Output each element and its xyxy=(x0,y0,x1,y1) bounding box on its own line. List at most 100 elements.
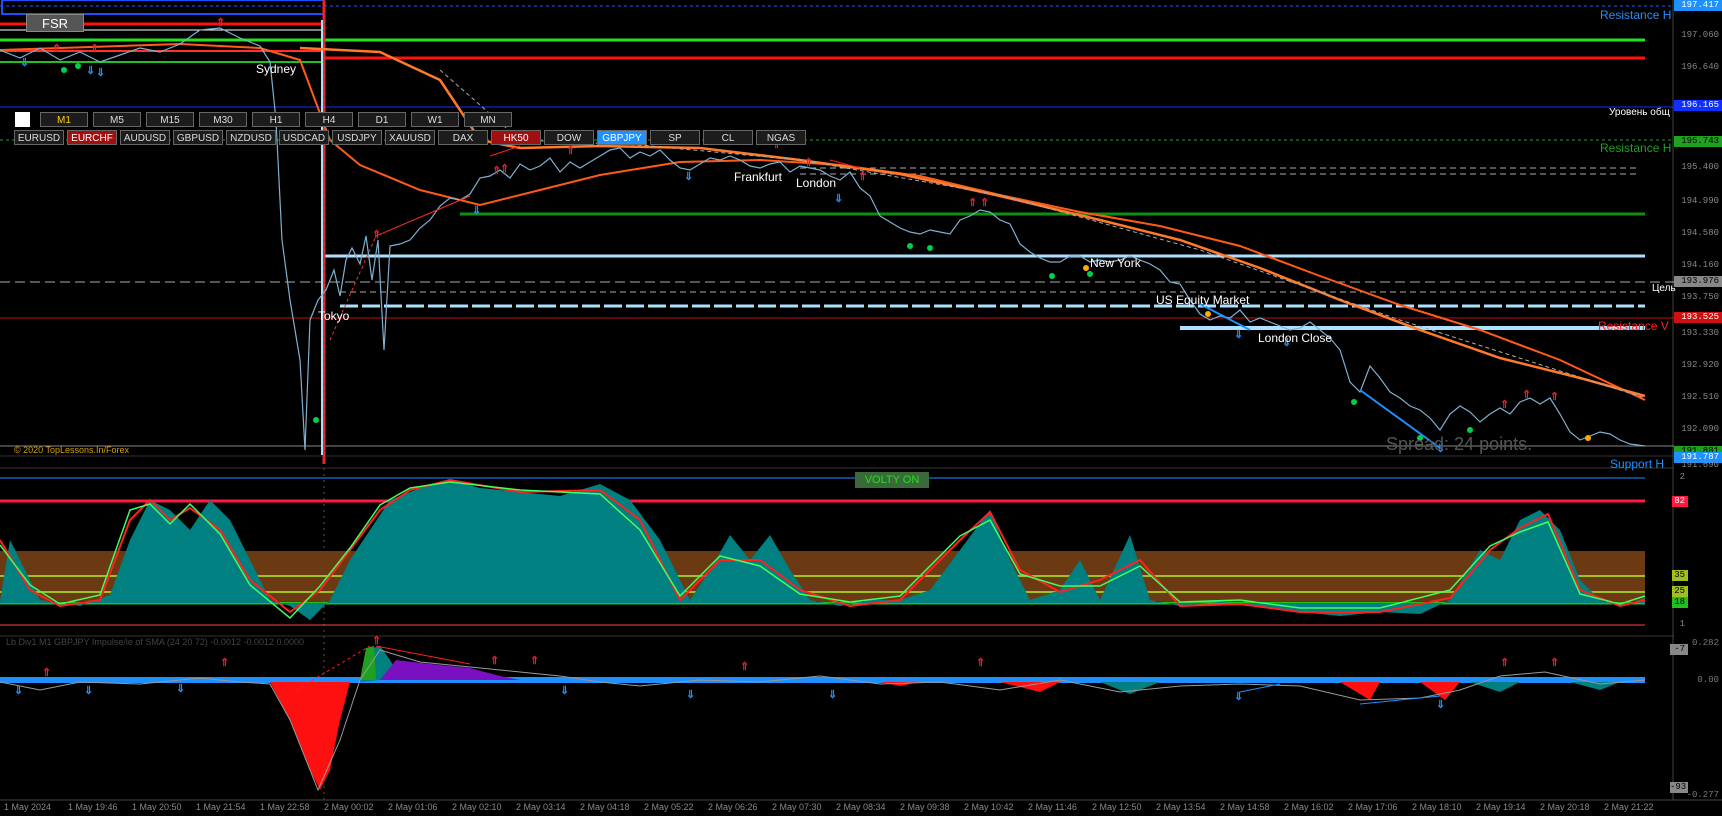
tf-button-w1[interactable]: W1 xyxy=(411,112,459,127)
time-tick: 2 May 17:06 xyxy=(1348,802,1398,812)
time-tick: 2 May 16:02 xyxy=(1284,802,1334,812)
svg-text:⇑: ⇑ xyxy=(90,43,99,55)
svg-text:⇑: ⇑ xyxy=(52,43,61,55)
symbol-button-gbpusd[interactable]: GBPUSD xyxy=(173,130,223,145)
session-label-london: London xyxy=(796,176,837,190)
price-tick: 194.160 xyxy=(1681,260,1719,270)
price-tick: 195.400 xyxy=(1681,162,1719,172)
svg-text:⇑: ⇑ xyxy=(1500,399,1509,411)
svg-text:⇓: ⇓ xyxy=(20,57,29,69)
svg-text:⇓: ⇓ xyxy=(1436,699,1445,711)
price-tick: 197.417 xyxy=(1674,0,1722,11)
svg-text:⇓: ⇓ xyxy=(828,689,837,701)
time-tick: 1 May 19:46 xyxy=(68,802,118,812)
svg-text:⇑: ⇑ xyxy=(858,171,867,183)
level-label: Уровень общ xyxy=(1609,107,1670,118)
symbol-button-eurchf[interactable]: EURCHF xyxy=(67,130,117,145)
tf-button-mn[interactable]: MN xyxy=(464,112,512,127)
tf-button-h4[interactable]: H4 xyxy=(305,112,353,127)
oscillator-tick: 1 xyxy=(1679,619,1685,629)
symbol-button-usdjpy[interactable]: USDJPY xyxy=(332,130,382,145)
svg-text:⇑: ⇑ xyxy=(804,157,813,169)
price-tick: 197.060 xyxy=(1681,30,1719,40)
time-tick: 2 May 18:10 xyxy=(1412,802,1462,812)
symbol-button-audusd[interactable]: AUDUSD xyxy=(120,130,170,145)
svg-text:⇓: ⇓ xyxy=(472,205,481,217)
time-tick: 2 May 03:14 xyxy=(516,802,566,812)
session-label-new-york: New York xyxy=(1090,256,1141,270)
indicator-caption: Lb Div1 M1 GBPJPY Impulse/ie of SMA (24 … xyxy=(6,637,305,647)
svg-text:⇑: ⇑ xyxy=(216,17,225,29)
symbol-button-hk50[interactable]: HK50 xyxy=(491,130,541,145)
symbol-button-sp[interactable]: SP xyxy=(650,130,700,145)
session-label-frankfurt: Frankfurt xyxy=(734,170,783,184)
symbol-button-dax[interactable]: DAX xyxy=(438,130,488,145)
time-tick: 2 May 11:46 xyxy=(1028,802,1077,812)
time-tick: 2 May 10:42 xyxy=(964,802,1014,812)
time-tick: 1 May 22:58 xyxy=(260,802,310,812)
svg-text:⇑: ⇑ xyxy=(1500,657,1509,669)
symbol-button-cl[interactable]: CL xyxy=(703,130,753,145)
symbol-button-gbpjpy[interactable]: GBPJPY xyxy=(597,130,647,145)
price-tick: 194.990 xyxy=(1681,196,1719,206)
oscillator-tick: 18 xyxy=(1672,597,1688,608)
svg-text:⇓: ⇓ xyxy=(834,193,843,205)
session-label-london-close: London Close xyxy=(1258,331,1333,345)
time-tick: 1 May 21:54 xyxy=(196,802,246,812)
symbol-button-nzdusd[interactable]: NZDUSD xyxy=(226,130,276,145)
svg-text:⇑: ⇑ xyxy=(372,635,381,647)
svg-text:⇑: ⇑ xyxy=(490,655,499,667)
session-label-tokyo: Tokyo xyxy=(318,309,350,323)
price-tick: 192.920 xyxy=(1681,360,1719,370)
tf-button-m30[interactable]: M30 xyxy=(199,112,247,127)
symbol-button-ngas[interactable]: NGAS xyxy=(756,130,806,145)
svg-text:⇓: ⇓ xyxy=(1234,329,1243,341)
spread-text: Spread: 24 points. xyxy=(1386,434,1533,454)
svg-text:⇓: ⇓ xyxy=(84,685,93,697)
price-tick: 193.750 xyxy=(1681,292,1719,302)
price-tick: 192.510 xyxy=(1681,392,1719,402)
svg-text:⇑: ⇑ xyxy=(372,229,381,241)
price-tick: 191.690 xyxy=(1681,460,1719,470)
oscillator-tick: 82 xyxy=(1672,496,1688,507)
svg-text:⇓: ⇓ xyxy=(686,689,695,701)
symbol-button-eurusd[interactable]: EURUSD xyxy=(14,130,64,145)
time-tick: 2 May 14:58 xyxy=(1220,802,1270,812)
tf-button-m15[interactable]: M15 xyxy=(146,112,194,127)
volty-badge: VOLTY ON xyxy=(855,472,929,488)
time-tick: 2 May 06:26 xyxy=(708,802,758,812)
session-label-sydney: Sydney xyxy=(256,62,297,76)
impulse-tick: -0.277 xyxy=(1686,790,1719,800)
tf-button-d1[interactable]: D1 xyxy=(358,112,406,127)
time-tick: 2 May 21:22 xyxy=(1604,802,1654,812)
svg-text:⇑: ⇑ xyxy=(1550,391,1559,403)
symbol-button-xauusd[interactable]: XAUUSD xyxy=(385,130,435,145)
session-label-us-equity: US Equity Market xyxy=(1156,293,1250,307)
svg-text:⇓: ⇓ xyxy=(96,67,105,79)
svg-text:⇑: ⇑ xyxy=(530,655,539,667)
tf-button-m5[interactable]: M5 xyxy=(93,112,141,127)
svg-text:⇓: ⇓ xyxy=(14,685,23,697)
fsr-button[interactable]: FSR xyxy=(26,14,84,32)
tf-button-m1[interactable]: M1 xyxy=(40,112,88,127)
time-tick: 2 May 12:50 xyxy=(1092,802,1142,812)
symbol-button-dow[interactable]: DOW xyxy=(544,130,594,145)
target-label: Цель xyxy=(1652,283,1676,294)
resistance-v-label: Resistance V xyxy=(1598,319,1669,333)
toggle-box[interactable] xyxy=(15,112,30,127)
svg-text:⇑: ⇑ xyxy=(980,197,989,209)
svg-text:⇓: ⇓ xyxy=(560,685,569,697)
time-tick: 2 May 02:10 xyxy=(452,802,502,812)
svg-text:⇑: ⇑ xyxy=(968,197,977,209)
svg-text:⇑: ⇑ xyxy=(42,667,51,679)
symbol-button-usdcad[interactable]: USDCAD xyxy=(279,130,329,145)
time-tick: 2 May 01:06 xyxy=(388,802,438,812)
svg-text:⇑: ⇑ xyxy=(500,163,509,175)
time-tick: 2 May 13:54 xyxy=(1156,802,1206,812)
time-tick: 2 May 09:38 xyxy=(900,802,950,812)
time-tick: 2 May 07:30 xyxy=(772,802,822,812)
tf-button-h1[interactable]: H1 xyxy=(252,112,300,127)
svg-text:⇓: ⇓ xyxy=(176,683,185,695)
price-tick: 193.525 xyxy=(1674,312,1722,323)
time-tick: 2 May 00:02 xyxy=(324,802,374,812)
